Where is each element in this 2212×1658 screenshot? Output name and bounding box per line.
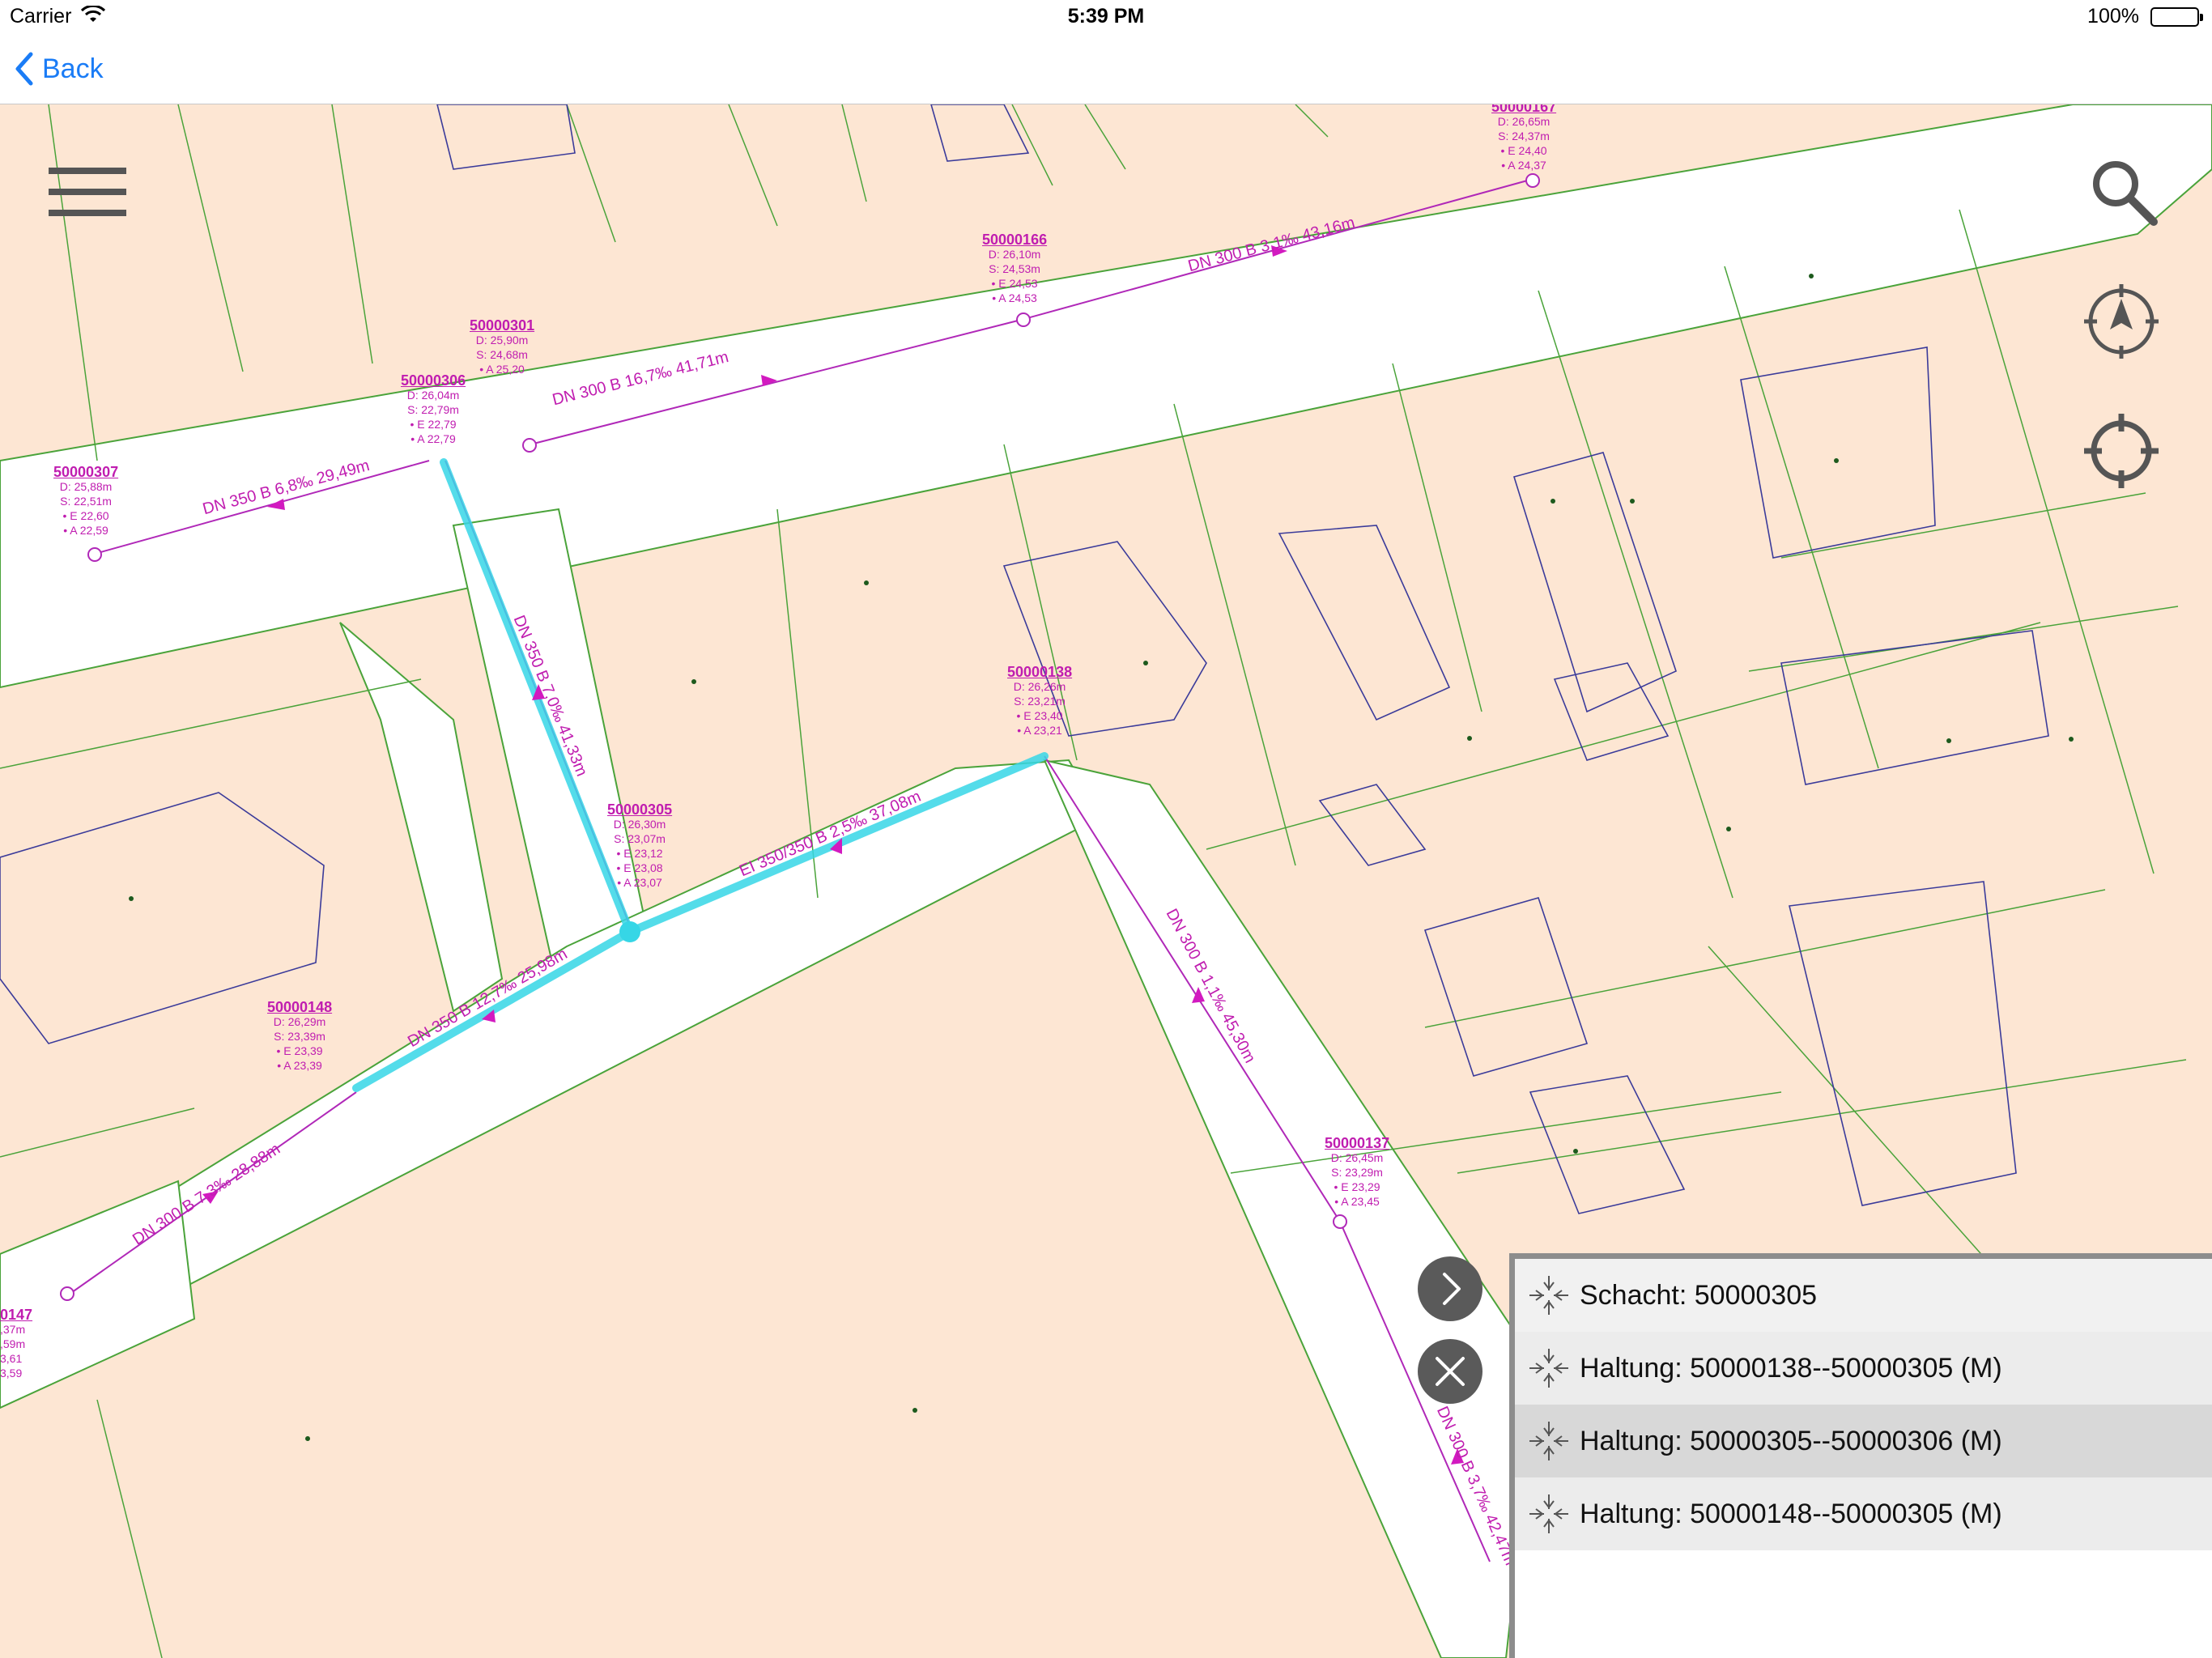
manhole-detail: • E 24,53	[991, 277, 1038, 290]
manhole-detail: S: 24,37m	[1498, 130, 1550, 142]
manhole-detail: 3,59	[0, 1367, 23, 1380]
manhole-label[interactable]: 50000306 D: 26,04m S: 22,79m • E 22,79 •…	[401, 373, 466, 446]
status-bar: Carrier 5:39 PM 100%	[0, 0, 2212, 32]
manhole-detail: S: 23,29m	[1331, 1166, 1383, 1179]
compass-button[interactable]	[2081, 281, 2162, 362]
battery-icon	[2150, 7, 2203, 27]
compass-icon	[2084, 284, 2159, 359]
manhole-detail: • A 23,39	[277, 1059, 322, 1072]
close-panel-button[interactable]	[1418, 1339, 1482, 1404]
manhole-label[interactable]: 50000148 D: 26,29m S: 23,39m • E 23,39 •…	[267, 1000, 332, 1073]
manhole-detail: • A 23,07	[617, 876, 662, 889]
back-button[interactable]: Back	[15, 49, 104, 89]
manhole-detail: D: 26,65m	[1497, 115, 1551, 128]
search-icon	[2093, 161, 2158, 226]
manhole-detail: • A 22,79	[410, 432, 456, 445]
manhole-detail: S: 23,21m	[1014, 695, 1066, 708]
hamburger-icon	[49, 168, 126, 216]
selection-results-panel: Schacht: 50000305 Haltung: 50000138--500…	[1509, 1253, 2212, 1658]
manhole-id: 50000306	[401, 372, 466, 389]
manhole-label[interactable]: 50000167 D: 26,65m S: 24,37m • E 24,40 •…	[1491, 104, 1556, 172]
manhole-id: 50000148	[267, 999, 333, 1015]
manhole-label[interactable]: 50000301 D: 25,90m S: 24,68m • A 25,20	[470, 318, 534, 376]
result-label: Haltung: 50000305--50000306 (M)	[1580, 1425, 2002, 1456]
manhole-detail: • E 23,29	[1334, 1180, 1380, 1193]
manhole-id: 0147	[0, 1307, 33, 1323]
manhole-detail: • A 25,20	[479, 363, 525, 376]
manhole-label[interactable]: 50000307 D: 25,88m S: 22,51m • E 22,60 •…	[53, 465, 118, 538]
result-label: Haltung: 50000138--50000305 (M)	[1580, 1352, 2002, 1384]
manhole-detail: S: 24,53m	[989, 262, 1040, 275]
manhole-id: 50000166	[982, 232, 1048, 248]
manhole-id: 50000137	[1325, 1135, 1390, 1151]
manhole-detail: • E 24,40	[1500, 144, 1547, 157]
back-label: Back	[42, 53, 104, 84]
battery-percent: 100%	[2087, 5, 2139, 28]
navigation-bar: Back	[0, 32, 2212, 104]
manhole-detail: D: 26,30m	[613, 818, 666, 831]
manhole-detail: D: 26,26m	[1013, 680, 1066, 693]
manhole-detail: • A 23,21	[1017, 724, 1062, 737]
manhole-id: 50000138	[1007, 664, 1073, 680]
chevron-left-icon	[15, 52, 33, 86]
manhole-detail: S: 22,51m	[60, 495, 112, 508]
manhole-label[interactable]: 50000166 D: 26,10m S: 24,53m • E 24,53 •…	[982, 232, 1047, 305]
manhole-detail: ,37m	[0, 1323, 26, 1336]
manhole-id: 50000305	[607, 801, 673, 818]
select-target-icon	[1529, 1349, 1568, 1388]
manhole-detail: • E 22,60	[62, 509, 109, 522]
manhole-detail: • A 24,53	[992, 291, 1037, 304]
manhole-detail: D: 26,45m	[1330, 1151, 1384, 1164]
result-item[interactable]: Schacht: 50000305	[1515, 1259, 2212, 1332]
manhole-id: 50000301	[470, 317, 535, 334]
result-item[interactable]: Haltung: 50000138--50000305 (M)	[1515, 1332, 2212, 1405]
manhole-id: 50000167	[1491, 104, 1557, 115]
manhole-label[interactable]: 50000138 D: 26,26m S: 23,21m • E 23,40 •…	[1007, 665, 1072, 738]
manhole-detail: • A 22,59	[63, 524, 108, 537]
selected-manhole[interactable]	[619, 921, 640, 942]
result-item-selected[interactable]: Haltung: 50000305--50000306 (M)	[1515, 1405, 2212, 1477]
crosshair-icon	[2084, 414, 2159, 488]
close-icon	[1436, 1357, 1465, 1386]
manhole-detail: • E 23,39	[276, 1044, 323, 1057]
manhole-detail: • E 23,12	[616, 847, 663, 860]
manhole-detail: 3,61	[0, 1352, 23, 1365]
manhole-detail: • A 23,45	[1334, 1195, 1380, 1208]
manhole-detail: • E 23,08	[616, 861, 663, 874]
chevron-right-icon	[1443, 1273, 1461, 1305]
manhole-detail: D: 26,10m	[988, 248, 1041, 261]
manhole-detail: S: 22,79m	[407, 403, 459, 416]
expand-panel-button[interactable]	[1418, 1256, 1482, 1321]
result-label: Haltung: 50000148--50000305 (M)	[1580, 1498, 2002, 1529]
manhole-label[interactable]: 50000137 D: 26,45m S: 23,29m • E 23,29 •…	[1325, 1136, 1389, 1209]
manhole-detail: D: 25,90m	[475, 334, 529, 346]
manhole-label[interactable]: 0147 ,37m ,59m 3,61 3,59	[0, 1307, 32, 1380]
manhole-detail: ,59m	[0, 1337, 26, 1350]
manhole-detail: • A 24,37	[1501, 159, 1546, 172]
manhole-detail: • E 23,40	[1016, 709, 1063, 722]
clock: 5:39 PM	[1067, 5, 1145, 28]
manhole-detail: S: 23,07m	[614, 832, 666, 845]
manhole-detail: D: 26,04m	[406, 389, 460, 402]
select-target-icon	[1529, 1494, 1568, 1533]
manhole-detail: D: 25,88m	[59, 480, 113, 493]
select-target-icon	[1529, 1276, 1568, 1315]
manhole-id: 50000307	[53, 464, 119, 480]
result-label: Schacht: 50000305	[1580, 1279, 1818, 1311]
result-item[interactable]: Haltung: 50000148--50000305 (M)	[1515, 1477, 2212, 1550]
select-target-icon	[1529, 1422, 1568, 1460]
manhole-detail: • E 22,79	[410, 418, 457, 431]
manhole-detail: S: 24,68m	[476, 348, 528, 361]
menu-button[interactable]	[47, 161, 128, 224]
manhole-detail: S: 23,39m	[274, 1030, 325, 1043]
locate-button[interactable]	[2081, 410, 2162, 491]
manhole-detail: D: 26,29m	[273, 1015, 326, 1028]
search-button[interactable]	[2087, 155, 2160, 228]
manhole-label[interactable]: 50000305 D: 26,30m S: 23,07m • E 23,12 •…	[607, 802, 672, 890]
